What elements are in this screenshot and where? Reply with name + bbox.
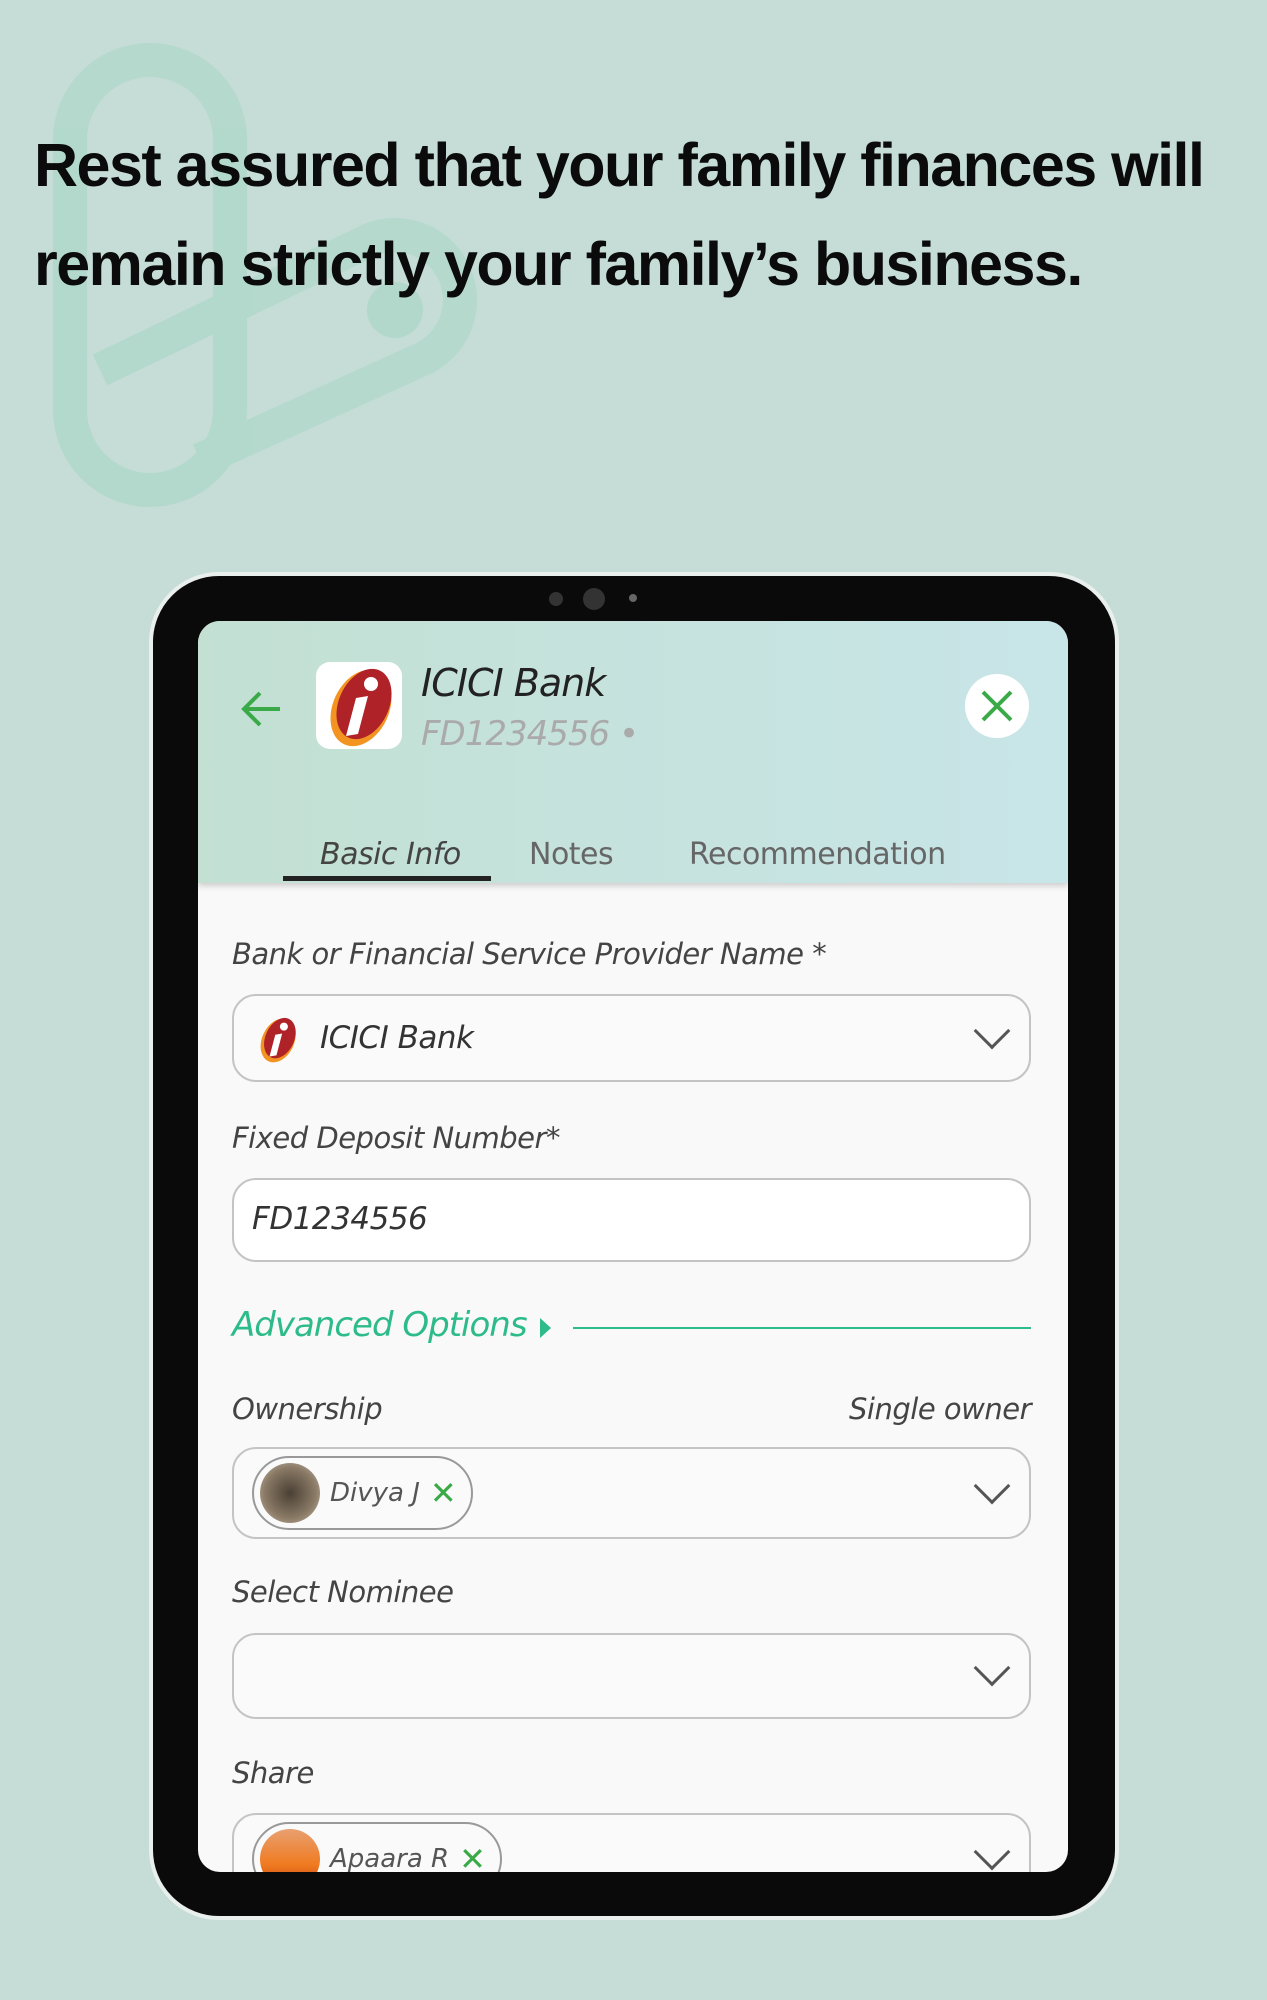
header-subtitle: FD1234556 • — [421, 714, 639, 754]
headline-line-1: Rest assured that your family finances w… — [34, 131, 1205, 199]
chevron-down-icon — [973, 1012, 1011, 1050]
ownership-select[interactable]: Divya J ✕ — [232, 1447, 1031, 1539]
active-tab-indicator — [283, 876, 491, 881]
nominee-label: Select Nominee — [232, 1575, 454, 1609]
provider-label: Bank or Financial Service Provider Name … — [232, 937, 827, 971]
avatar — [260, 1463, 320, 1523]
ownership-label: Ownership — [232, 1392, 383, 1426]
header-title: ICICI Bank — [421, 661, 606, 705]
sensor-dot — [629, 594, 637, 602]
fd-number-label: Fixed Deposit Number* — [232, 1121, 560, 1155]
close-button[interactable] — [965, 674, 1029, 738]
detail-header: ICICI Bank FD1234556 • Basic Info Notes … — [198, 621, 1068, 883]
remove-chip-icon[interactable]: ✕ — [459, 1840, 486, 1872]
fd-number-value: FD1234556 — [252, 1201, 428, 1237]
remove-chip-icon[interactable]: ✕ — [430, 1474, 457, 1512]
chevron-down-icon — [973, 1467, 1011, 1505]
icici-logo-icon — [260, 1017, 296, 1063]
tab-recommendation[interactable]: Recommendation — [689, 837, 946, 872]
ownership-type: Single owner — [849, 1392, 1031, 1426]
share-label: Share — [232, 1756, 314, 1790]
divider-line — [573, 1327, 1031, 1329]
owner-chip: Divya J ✕ — [252, 1456, 473, 1530]
camera-lens — [583, 588, 605, 610]
arrow-left-icon[interactable] — [240, 689, 284, 729]
caret-right-icon — [540, 1318, 551, 1338]
provider-select[interactable]: ICICI Bank — [232, 994, 1031, 1082]
fd-number-input[interactable]: FD1234556 — [232, 1178, 1031, 1262]
tab-basic-info[interactable]: Basic Info — [320, 837, 461, 872]
advanced-options-toggle[interactable]: Advanced Options — [232, 1305, 528, 1345]
tab-notes[interactable]: Notes — [529, 837, 614, 872]
app-screen: ICICI Bank FD1234556 • Basic Info Notes … — [198, 621, 1068, 1872]
provider-value: ICICI Bank — [320, 1020, 474, 1056]
share-chip: Apaara R ✕ — [252, 1822, 502, 1872]
icici-logo-icon — [316, 662, 402, 749]
owner-chip-name: Divya J — [330, 1478, 420, 1508]
headline-line-2: remain strictly your family’s business. — [34, 230, 1083, 298]
chevron-down-icon — [973, 1833, 1011, 1871]
share-select[interactable]: Apaara R ✕ — [232, 1813, 1031, 1872]
chevron-down-icon — [973, 1649, 1011, 1687]
share-chip-name: Apaara R — [330, 1844, 450, 1872]
close-x-icon — [981, 690, 1013, 722]
avatar — [260, 1829, 320, 1872]
camera-dot — [549, 592, 563, 606]
nominee-select[interactable] — [232, 1633, 1031, 1719]
